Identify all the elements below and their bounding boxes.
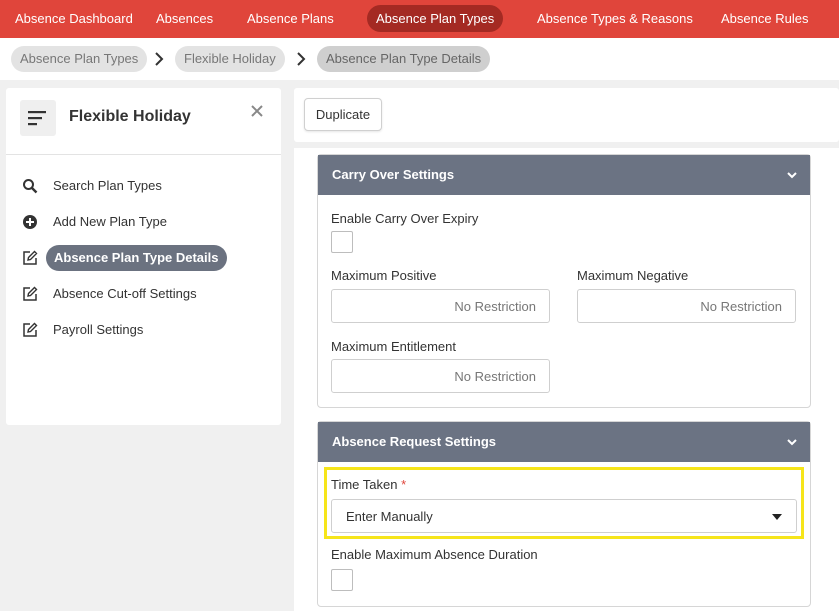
sidebar-item-label: Payroll Settings — [53, 322, 144, 337]
nav-absence-plan-types[interactable]: Absence Plan Types — [367, 5, 504, 32]
nav-absence-types-reasons[interactable]: Absence Types & Reasons — [537, 5, 693, 32]
absence-request-settings-section: Absence Request Settings Time Taken * En… — [317, 421, 811, 607]
nav-absence-plans[interactable]: Absence Plans — [247, 5, 334, 32]
sidebar-item-plan-type-details[interactable]: Absence Plan Type Details — [22, 245, 272, 271]
breadcrumb: Absence Plan Types Flexible Holiday Abse… — [0, 38, 839, 80]
breadcrumb-plan-type-details: Absence Plan Type Details — [317, 46, 491, 72]
section-title: Absence Request Settings — [332, 434, 496, 449]
search-icon — [23, 179, 38, 194]
sidebar-item-search-plan-types[interactable]: Search Plan Types — [22, 173, 272, 199]
chevron-right-icon — [297, 52, 306, 66]
chevron-down-icon — [787, 172, 797, 179]
enable-max-absence-duration-checkbox[interactable] — [331, 569, 353, 591]
toolbar: Duplicate — [294, 88, 839, 142]
edit-icon — [23, 322, 38, 337]
nav-absence-rules[interactable]: Absence Rules — [721, 5, 808, 32]
nav-absence-dashboard[interactable]: Absence Dashboard — [15, 5, 133, 32]
sidebar-item-label: Search Plan Types — [53, 178, 162, 193]
enable-max-absence-duration-label: Enable Maximum Absence Duration — [331, 547, 538, 562]
enable-carry-over-expiry-label: Enable Carry Over Expiry — [331, 211, 479, 226]
panel-divider — [6, 154, 281, 155]
carry-over-settings-section: Carry Over Settings Enable Carry Over Ex… — [317, 154, 811, 408]
sidebar-item-payroll-settings[interactable]: Payroll Settings — [22, 317, 272, 343]
sidebar-item-label: Add New Plan Type — [53, 214, 167, 229]
breadcrumb-absence-plan-types[interactable]: Absence Plan Types — [11, 46, 148, 72]
maximum-entitlement-input[interactable] — [331, 359, 550, 393]
edit-icon — [23, 250, 38, 265]
duplicate-button[interactable]: Duplicate — [304, 98, 382, 131]
edit-icon — [23, 286, 38, 301]
section-title: Carry Over Settings — [332, 167, 455, 182]
time-taken-selected-value: Enter Manually — [346, 509, 433, 524]
panel-title: Flexible Holiday — [69, 108, 191, 125]
carry-over-settings-header[interactable]: Carry Over Settings — [318, 155, 810, 195]
time-taken-label: Time Taken * — [331, 477, 407, 492]
close-icon[interactable] — [249, 103, 265, 119]
plus-circle-icon — [23, 215, 37, 229]
absence-request-settings-header[interactable]: Absence Request Settings — [318, 422, 810, 462]
maximum-negative-label: Maximum Negative — [577, 268, 689, 283]
chevron-down-icon — [787, 439, 797, 446]
sidebar-item-absence-cutoff-settings[interactable]: Absence Cut-off Settings — [22, 281, 272, 307]
main-content: Carry Over Settings Enable Carry Over Ex… — [294, 148, 839, 611]
maximum-positive-label: Maximum Positive — [331, 268, 437, 283]
required-asterisk: * — [401, 477, 407, 492]
top-navigation: Absence Dashboard Absences Absence Plans… — [0, 0, 839, 38]
sidebar-item-label: Absence Cut-off Settings — [53, 286, 197, 301]
maximum-negative-input[interactable] — [577, 289, 796, 323]
breadcrumb-flexible-holiday[interactable]: Flexible Holiday — [175, 46, 285, 72]
chevron-right-icon — [155, 52, 164, 66]
caret-down-icon — [772, 514, 782, 520]
sidebar-item-add-new-plan-type[interactable]: Add New Plan Type — [22, 209, 272, 235]
time-taken-select[interactable]: Enter Manually — [331, 499, 797, 533]
panel-menu-icon — [20, 100, 56, 136]
enable-carry-over-expiry-checkbox[interactable] — [331, 231, 353, 253]
nav-absences[interactable]: Absences — [156, 5, 213, 32]
side-panel: Flexible Holiday Search Plan Types Add N… — [6, 88, 281, 425]
maximum-positive-input[interactable] — [331, 289, 550, 323]
maximum-entitlement-label: Maximum Entitlement — [331, 339, 456, 354]
sidebar-item-label: Absence Plan Type Details — [46, 245, 227, 271]
